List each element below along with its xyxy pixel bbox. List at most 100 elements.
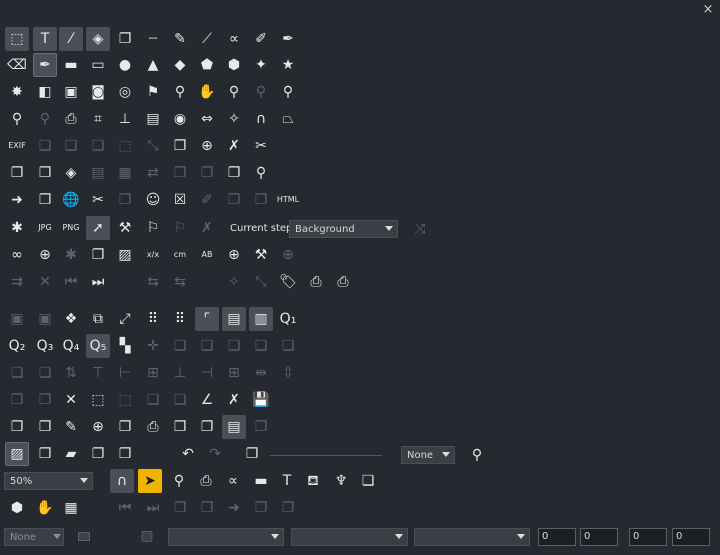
pages-disabled-icon[interactable]: ❐ [249,415,273,439]
pages-link-icon[interactable]: ❐ [195,415,219,439]
freehand-icon[interactable]: ∝ [221,469,245,493]
stack-objects-icon[interactable]: ❐ [33,388,57,412]
delete-doc-icon[interactable]: ✗ [222,388,246,412]
printer-icon[interactable]: ⎙ [304,270,328,294]
page-list-icon[interactable]: ❐ [5,161,29,185]
zoom-page-icon[interactable]: ⚲ [5,107,29,131]
redo-icon[interactable]: ↷ [203,442,227,466]
magnet-icon[interactable]: ∩ [110,469,134,493]
wrench-small-icon[interactable]: ⚒ [113,216,137,240]
hexagon-icon[interactable]: ⬢ [222,53,246,77]
frame-icon[interactable]: ▣ [59,80,83,104]
puzzle-icon[interactable]: ❖ [59,307,83,331]
angle-icon[interactable]: ∠ [195,388,219,412]
doc-send-icon[interactable]: ❐ [113,188,137,212]
align-group-icon[interactable]: ❏ [5,361,29,385]
page-grid-icon[interactable]: ▦ [113,161,137,185]
bottom-select-a[interactable] [168,528,284,546]
bottom-select-b[interactable] [291,528,408,546]
pages-copy-icon[interactable]: ❐ [33,415,57,439]
pages-web-icon[interactable]: ⊕ [86,415,110,439]
exif-icon[interactable]: EXIF [5,134,29,158]
camera-icon[interactable]: ⎙ [59,107,83,131]
antenna-icon[interactable]: ✱ [59,243,83,267]
html-icon[interactable]: HTML [276,188,300,212]
grid-table-icon[interactable]: ▦ [59,496,83,520]
tag-icon[interactable]: 🏷 [276,270,300,294]
line-tool-icon[interactable]: ⟋ [195,27,219,51]
q1-icon[interactable]: Q₁ [276,307,300,331]
layer-stack-icon[interactable]: ❏ [86,134,110,158]
transform-b-icon[interactable]: ⇆ [168,270,192,294]
clipboard-icon[interactable]: ❐ [113,442,137,466]
table-row-icon[interactable]: ▤ [222,307,246,331]
pages-move-icon[interactable]: ❐ [168,415,192,439]
rectangle-icon[interactable]: ▬ [59,53,83,77]
hand-icon[interactable]: ✋ [33,496,57,520]
dots-grid-icon[interactable]: ⠿ [141,307,165,331]
export-page-icon[interactable]: ❐ [249,496,273,520]
shuffle-icon[interactable]: ⤨ [408,217,432,241]
page-copy-icon[interactable]: ❐ [33,161,57,185]
current-step-select[interactable]: Background [289,220,398,238]
q2-icon[interactable]: Q₂ [5,334,29,358]
pan-hand-icon[interactable]: ✋ [195,80,219,104]
distribute-h-icon[interactable]: ⇹ [249,361,273,385]
skip-back-icon[interactable]: ⏮ [59,270,83,294]
undo-icon[interactable]: ↶ [176,442,200,466]
snapshot-icon[interactable]: ⎙ [194,469,218,493]
page-move-icon[interactable]: ⇄ [141,161,165,185]
link-icon[interactable]: ∞ [5,243,29,267]
save-icon[interactable]: 💾 [249,388,273,412]
wrench-icon[interactable]: ⚒ [249,243,273,267]
pencil-icon[interactable]: ✎ [168,27,192,51]
bottom-select-c[interactable] [414,528,530,546]
image-icon[interactable]: ▨ [113,243,137,267]
ab-icon[interactable]: AB [195,243,219,267]
layer-top-icon[interactable]: ❏ [222,334,246,358]
align-vcenter-icon[interactable]: ⊞ [222,361,246,385]
arrow-page-icon[interactable]: ➜ [222,496,246,520]
merge-shapes-icon[interactable]: ◙ [86,80,110,104]
zoom-icon[interactable]: ⚲ [168,80,192,104]
zoom-object-icon[interactable]: ⚲ [276,80,300,104]
printer-alt-icon[interactable]: ⎙ [331,270,355,294]
delete-x-icon[interactable]: ✕ [59,388,83,412]
doc-paint-icon[interactable]: ✐ [195,188,219,212]
layer-bottom-icon[interactable]: ❏ [249,334,273,358]
pin-alt-icon[interactable]: ⚐ [168,216,192,240]
height-input[interactable]: 0 [672,528,710,546]
pentagon-icon[interactable]: ⬟ [195,53,219,77]
paint-bucket-icon[interactable]: ⛾ [301,469,325,493]
document-copy-icon[interactable]: ❐ [168,134,192,158]
color-swatch[interactable] [78,532,90,541]
align-hcenter-icon[interactable]: ⊞ [141,361,165,385]
page-export-icon[interactable]: ❐ [195,161,219,185]
pointer-icon[interactable]: ➤ [138,469,162,493]
zoom-select[interactable]: 50% [4,472,93,490]
goblet-icon[interactable]: ♆ [329,469,353,493]
lasso-icon[interactable]: ⚲ [167,469,191,493]
stamp-icon[interactable]: ⊥ [113,107,137,131]
zoom-selection-icon[interactable]: ⚲ [33,107,57,131]
distribute-v-icon[interactable]: ⇳ [276,361,300,385]
y-input[interactable]: 0 [580,528,618,546]
transform-a-icon[interactable]: ⇆ [141,270,165,294]
duplicate-icon[interactable]: ❐ [5,388,29,412]
ungroup-icon[interactable]: ▣ [33,307,57,331]
headphones-icon[interactable]: ∩ [249,107,273,131]
doc-blank-icon[interactable]: ❐ [222,188,246,212]
web-page-icon[interactable]: 🌐 [59,188,83,212]
window-link-icon[interactable]: ⧉ [86,307,110,331]
notes-icon[interactable]: ▤ [222,415,246,439]
folder-icon[interactable]: ▰ [59,442,83,466]
copy-objects-icon[interactable]: ❐ [113,27,137,51]
four-point-star-icon[interactable]: ✦ [249,53,273,77]
align-left-icon[interactable]: ⊢ [113,361,137,385]
layer-inside-icon[interactable]: ❏ [276,334,300,358]
zoom-100-icon[interactable]: ⚲ [222,80,246,104]
pick-color-icon[interactable]: ⁄ [59,27,83,51]
target-icon[interactable]: ◎ [113,80,137,104]
next-icon[interactable]: ⏭ [141,496,165,520]
table-col-icon[interactable]: ▥ [249,307,273,331]
